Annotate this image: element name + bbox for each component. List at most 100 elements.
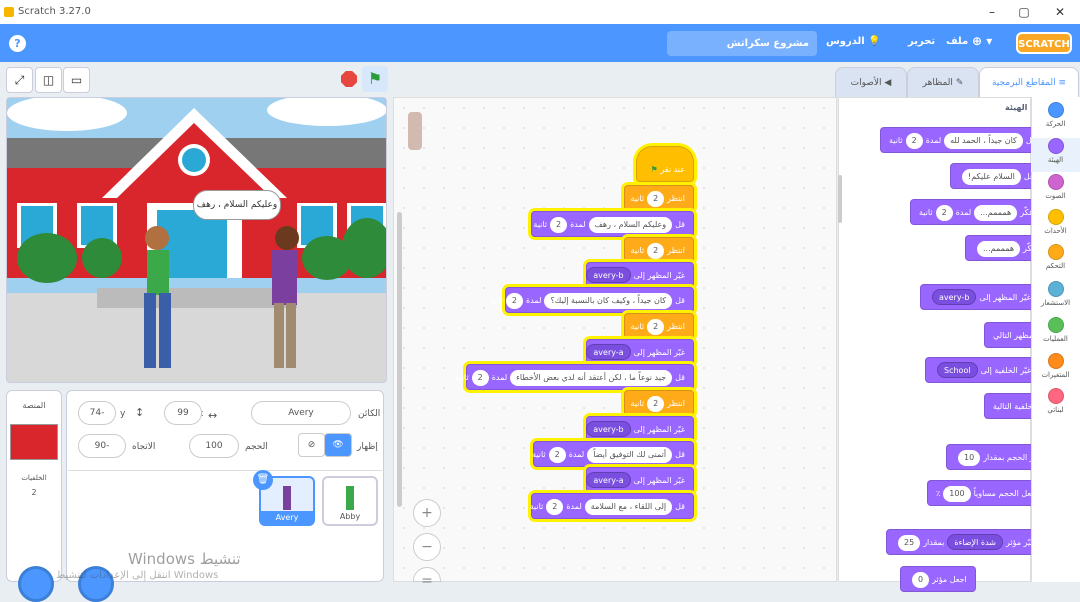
category-8[interactable]: لبناتي bbox=[1031, 388, 1080, 414]
duration-input[interactable]: 2 bbox=[935, 205, 953, 221]
sprite-tile-avery[interactable]: 🗑 Avery bbox=[253, 470, 315, 526]
edit-menu[interactable]: تحرير bbox=[908, 36, 935, 47]
block-input[interactable]: همممم... bbox=[974, 205, 1018, 221]
category-2[interactable]: الصوت bbox=[1031, 174, 1080, 200]
category-0[interactable]: الحركة bbox=[1031, 102, 1080, 128]
stop-icon[interactable] bbox=[341, 71, 357, 87]
when-flag-clicked-block[interactable]: عند نقر ⚑ bbox=[636, 146, 694, 182]
close-button[interactable]: ✕ bbox=[1050, 3, 1070, 21]
help-icon[interactable]: ? bbox=[9, 35, 26, 52]
size-input[interactable]: 100 bbox=[189, 434, 239, 458]
costume-dropdown[interactable]: avery-a bbox=[586, 344, 631, 360]
tab-sounds[interactable]: الأصوات ◀ bbox=[835, 67, 907, 97]
wait-seconds-input[interactable]: 2 bbox=[647, 243, 665, 259]
costume-dropdown[interactable]: avery-a bbox=[586, 472, 631, 488]
choose-backdrop-button[interactable] bbox=[18, 566, 54, 602]
duration-input[interactable]: 2 bbox=[548, 447, 566, 463]
palette-block-0[interactable]: قلكان جيداً ، الحمد للهلمدة2ثانية bbox=[880, 127, 1045, 153]
palette-block-6[interactable]: غيّر الخلفية إلىSchool bbox=[925, 357, 1041, 383]
seconds-unit: ثانية bbox=[455, 373, 469, 382]
palette-block-11[interactable]: اجعل مؤثر0 bbox=[900, 566, 976, 592]
language-globe-icon[interactable]: ⊕ ▾ bbox=[972, 34, 992, 48]
block-input[interactable]: كان جيداً ، الحمد لله bbox=[944, 133, 1023, 149]
duration-input[interactable]: 2 bbox=[550, 217, 568, 233]
maximize-button[interactable]: ▢ bbox=[1014, 3, 1034, 21]
palette-block-4[interactable]: غيّر المظهر إلىavery-b bbox=[920, 284, 1040, 310]
tab-code[interactable]: المقاطع البرمجية ≡ bbox=[979, 67, 1079, 98]
workspace-scrollbar[interactable] bbox=[397, 212, 402, 507]
block-input[interactable]: شدة الإضاءة bbox=[947, 534, 1003, 550]
duration-input[interactable]: 2 bbox=[546, 499, 564, 515]
message-input[interactable]: كان جيداً ، وكيف كان بالنسبة إليك؟ bbox=[544, 293, 673, 309]
file-menu[interactable]: ملف bbox=[946, 36, 968, 47]
stage-canvas[interactable]: وعليكم السلام ، رهف bbox=[6, 97, 387, 383]
fullscreen-icon[interactable]: ⤢ bbox=[6, 67, 33, 93]
small-stage-icon[interactable]: ◫ bbox=[35, 67, 62, 93]
palette-block-2[interactable]: فكّرهمممم...لمدة2ثانية bbox=[910, 199, 1042, 225]
palette-scrollbar[interactable] bbox=[838, 175, 842, 223]
category-5[interactable]: الاستشعار bbox=[1031, 281, 1080, 307]
wait-seconds-input[interactable]: 2 bbox=[647, 396, 665, 412]
category-3[interactable]: الأحداث bbox=[1031, 209, 1080, 235]
zoom-out-icon[interactable]: − bbox=[413, 533, 441, 561]
tutorials-menu[interactable]: الدروس 💡 bbox=[826, 36, 881, 47]
say-block[interactable]: قلأتمنى لك التوفيق أيضاًلمدة2ثانية bbox=[532, 441, 694, 467]
direction-input[interactable]: 90- bbox=[78, 434, 126, 458]
palette-block-1[interactable]: قلالسلام عليكم! bbox=[950, 163, 1043, 189]
minimize-button[interactable]: – bbox=[982, 3, 1002, 21]
block-value-input[interactable]: 25 bbox=[898, 535, 921, 551]
delete-trash-icon[interactable]: 🗑 bbox=[253, 470, 273, 490]
duration-input[interactable]: 2 bbox=[505, 293, 523, 309]
show-eye-icon[interactable]: 👁 bbox=[324, 433, 352, 457]
block-input[interactable]: السلام عليكم! bbox=[962, 169, 1021, 185]
say-block[interactable]: قلجيد نوعاً ما ، لكن أعتقد أنه لدي بعض ا… bbox=[455, 364, 694, 390]
zoom-in-icon[interactable]: + bbox=[413, 499, 441, 527]
category-6[interactable]: العمليات bbox=[1031, 317, 1080, 343]
palette-block-10[interactable]: غيّر مؤثرشدة الإضاءةبمقدار25 bbox=[886, 529, 1044, 555]
costume-dropdown[interactable]: avery-b bbox=[586, 267, 631, 283]
seconds-unit: ثانية bbox=[533, 220, 548, 229]
sprite-name-input[interactable]: Avery bbox=[251, 401, 351, 425]
category-4[interactable]: التحكم bbox=[1031, 244, 1080, 270]
switch-block[interactable]: غيّر المظهر إلىavery-a bbox=[586, 467, 694, 493]
category-1[interactable]: الهيئة bbox=[1031, 138, 1080, 172]
block-value-input[interactable]: 0 bbox=[912, 572, 930, 588]
switch-block[interactable]: غيّر المظهر إلىavery-b bbox=[586, 262, 694, 288]
message-input[interactable]: إلى اللقاء ، مع السلامة bbox=[584, 499, 673, 515]
scratch-logo[interactable]: SCRATCH bbox=[1016, 32, 1072, 54]
wait-block[interactable]: انتظر2ثانية bbox=[624, 237, 694, 263]
duration-input[interactable]: 2 bbox=[905, 133, 923, 149]
duration-input[interactable]: 2 bbox=[471, 370, 489, 386]
message-input[interactable]: جيد نوعاً ما ، لكن أعتقد أنه لدي بعض الأ… bbox=[510, 370, 673, 386]
stage-selector[interactable]: المنصة الخلفيات 2 bbox=[6, 390, 62, 582]
y-input[interactable]: 74- bbox=[78, 401, 116, 425]
switch-block[interactable]: غيّر المظهر إلىavery-a bbox=[586, 339, 694, 365]
wait-block[interactable]: انتظر2ثانية bbox=[624, 185, 694, 211]
x-input[interactable]: 99 bbox=[164, 401, 202, 425]
block-input[interactable]: avery-b bbox=[932, 289, 977, 305]
block-input[interactable]: School bbox=[937, 362, 978, 378]
wait-block[interactable]: انتظر2ثانية bbox=[624, 313, 694, 339]
block-input[interactable]: 100 bbox=[943, 486, 971, 502]
block-text: اجعل الحجم مساوياً bbox=[973, 489, 1039, 498]
category-7[interactable]: المتغيرات bbox=[1031, 353, 1080, 379]
costume-dropdown[interactable]: avery-b bbox=[586, 421, 631, 437]
green-flag-icon[interactable]: ⚑ bbox=[362, 66, 388, 92]
wait-seconds-input[interactable]: 2 bbox=[647, 319, 665, 335]
say-block[interactable]: قلوعليكم السلام ، رهفلمدة2ثانية bbox=[531, 211, 694, 237]
block-input[interactable]: همممم... bbox=[977, 241, 1021, 257]
palette-block-9[interactable]: اجعل الحجم مساوياً100٪ bbox=[927, 480, 1048, 506]
message-input[interactable]: وعليكم السلام ، رهف bbox=[588, 217, 673, 233]
sprite-tile-abby[interactable]: Abby bbox=[322, 476, 378, 526]
tab-costumes[interactable]: المظاهر ✎ bbox=[907, 67, 979, 97]
message-input[interactable]: أتمنى لك التوفيق أيضاً bbox=[587, 447, 673, 463]
large-stage-icon[interactable]: ▭ bbox=[63, 67, 90, 93]
wait-block[interactable]: انتظر2ثانية bbox=[624, 390, 694, 416]
wait-seconds-input[interactable]: 2 bbox=[647, 191, 665, 207]
hide-eye-icon[interactable]: ⊘ bbox=[298, 433, 325, 457]
block-input[interactable]: 10 bbox=[958, 450, 981, 466]
say-block[interactable]: قلإلى اللقاء ، مع السلامةلمدة2ثانية bbox=[530, 493, 694, 519]
project-name-input[interactable]: مشروع سكراتش bbox=[667, 31, 817, 56]
say-block[interactable]: قلكان جيداً ، وكيف كان بالنسبة إليك؟لمدة… bbox=[489, 287, 694, 313]
switch-block[interactable]: غيّر المظهر إلىavery-b bbox=[586, 416, 694, 442]
